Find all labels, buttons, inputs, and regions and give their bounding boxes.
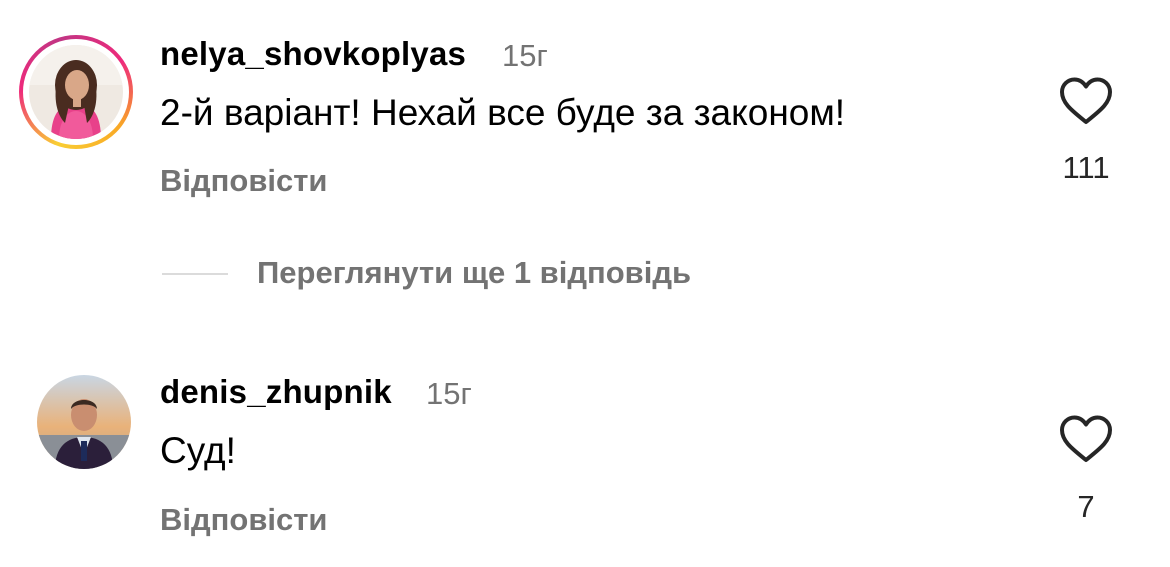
comment-text: 2-й варіант! Нехай все буде за законом! xyxy=(160,92,846,133)
comment-username[interactable]: nelya_shovkoplyas xyxy=(160,35,466,73)
avatar[interactable] xyxy=(29,45,123,139)
reply-button[interactable]: Відповісти xyxy=(160,163,328,199)
reply-button[interactable]: Відповісти xyxy=(160,502,328,538)
story-ring-gap xyxy=(23,39,129,145)
story-ring[interactable] xyxy=(19,35,133,149)
view-replies-button[interactable]: Переглянути ще 1 відповідь xyxy=(257,255,691,291)
comment-username[interactable]: denis_zhupnik xyxy=(160,373,392,411)
avatar-image xyxy=(37,375,131,469)
like-button[interactable] xyxy=(1058,76,1114,126)
like-button[interactable] xyxy=(1058,414,1114,464)
comment-timestamp: 15г xyxy=(502,38,548,73)
comment-text: Суд! xyxy=(160,430,236,471)
replies-divider-line xyxy=(162,273,228,275)
comment-timestamp: 15г xyxy=(426,376,472,411)
heart-outline-icon xyxy=(1060,77,1112,124)
like-count: 111 xyxy=(1062,150,1110,185)
avatar-image xyxy=(29,45,123,139)
heart-outline-icon xyxy=(1060,415,1112,462)
like-count: 7 xyxy=(1077,489,1095,524)
avatar[interactable] xyxy=(37,375,131,469)
